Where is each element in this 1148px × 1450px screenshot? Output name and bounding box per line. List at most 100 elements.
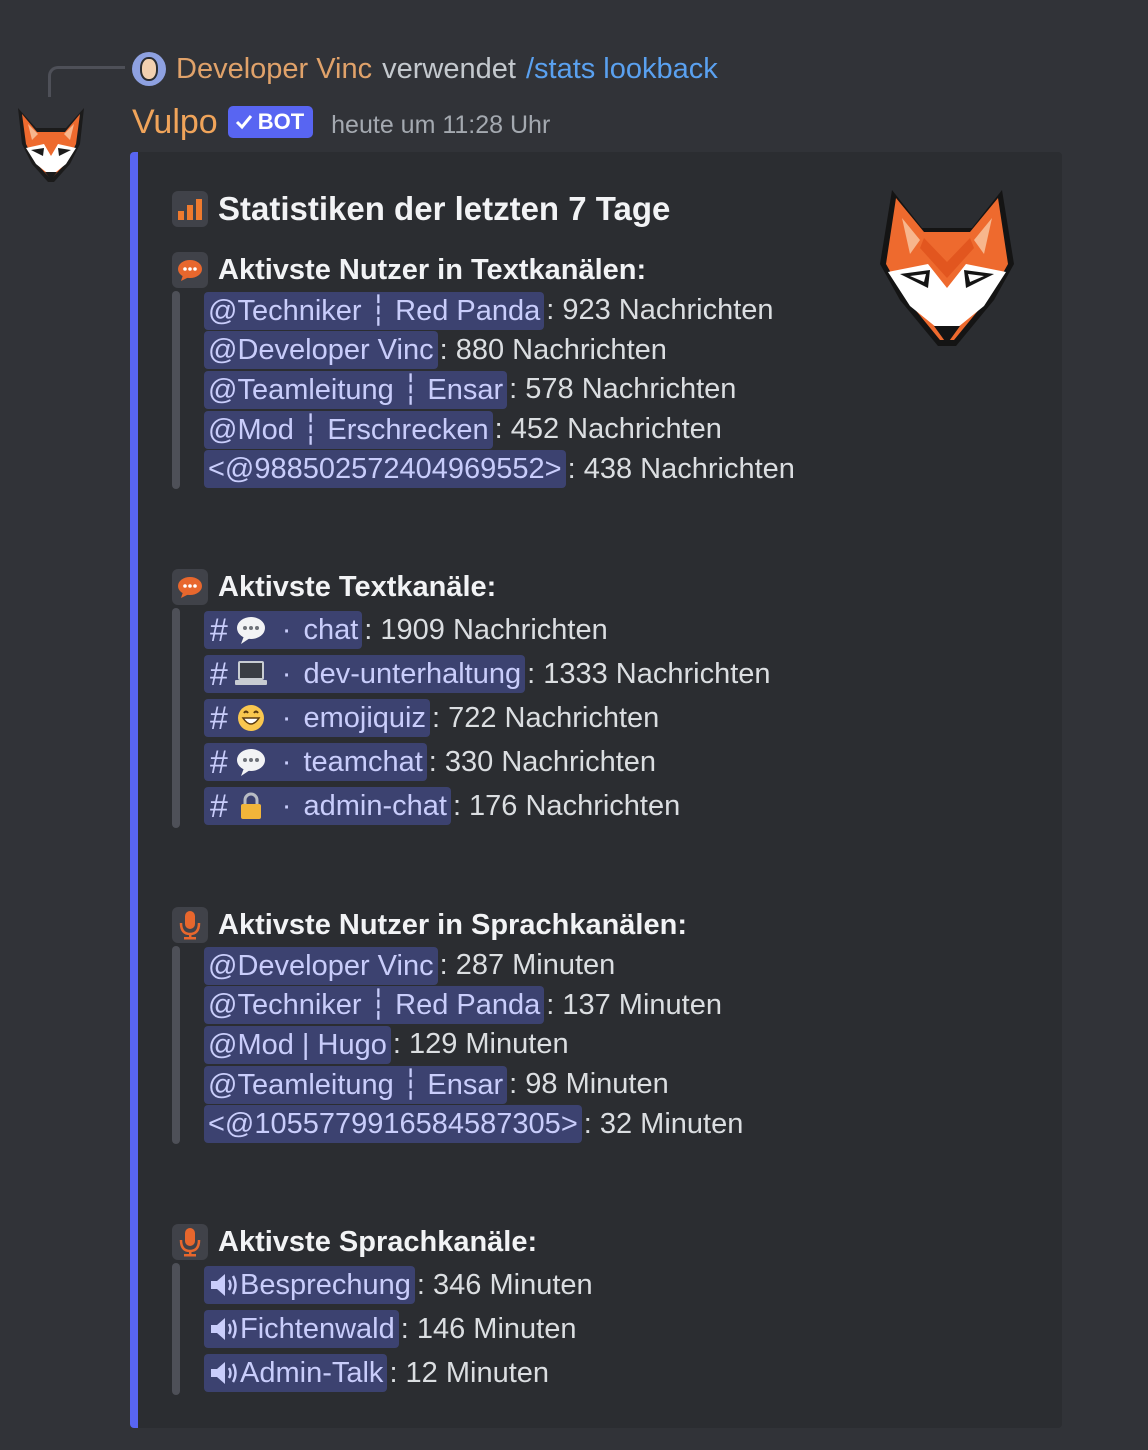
list-item: # · admin-chat : 176 Nachrichten [204,784,771,828]
speaker-icon [211,1274,237,1296]
section-title-text: Aktivste Textkanäle: [218,570,497,603]
lock-icon [234,789,268,823]
developer-vinc-avatar[interactable] [132,52,166,86]
voice-channel-mention[interactable]: Fichtenwald [204,1310,399,1348]
channel-mention[interactable]: # · emojiquiz [204,699,430,737]
list-item: @Developer Vinc: 880 Nachrichten [204,331,795,371]
user-mention[interactable]: @Techniker ┆ Red Panda [204,986,545,1025]
list-item: @Techniker ┆ Red Panda: 137 Minuten [204,986,743,1026]
stats-embed: Statistiken der letzten 7 Tage Aktivste … [130,152,1062,1428]
speaker-icon [211,1362,237,1384]
channel-name: Fichtenwald [240,1313,395,1345]
list-item: Besprechung : 346 Minuten [204,1263,593,1307]
channel-mention[interactable]: # · teamchat [204,743,427,781]
list-item: # · teamchat : 330 Nachrichten [204,740,771,784]
list-item: @Teamleitung ┆ Ensar: 578 Nachrichten [204,370,795,410]
section-title-text: Aktivste Nutzer in Textkanälen: [218,253,647,286]
stat-value: : 452 Nachrichten [494,413,722,446]
list-item: Admin-Talk : 12 Minuten [204,1351,593,1395]
user-mention[interactable]: @Developer Vinc [204,946,438,985]
user-mention[interactable]: <@1055779916584587305> [204,1105,582,1144]
stat-value: : 438 Nachrichten [567,452,795,485]
user-mention[interactable]: @Mod ┆ Erschrecken [204,410,493,449]
section-voice-channels: Aktivste Sprachkanäle: Besprechung : 346… [172,1222,593,1395]
channel-name: admin-chat [303,790,447,822]
user-mention[interactable]: <@988502572404969552> [204,450,566,489]
section-title-text: Aktivste Sprachkanäle: [218,1225,538,1258]
stat-value: : 146 Minuten [400,1312,577,1345]
separator-dot: · [281,746,292,778]
quote-block: @Techniker ┆ Red Panda: 923 Nachrichten … [172,291,795,489]
quote-block: # · chat : 1909 Nachrichten # · dev-unte… [172,608,771,828]
stat-value: : 1909 Nachrichten [364,613,608,646]
list-item: @Teamleitung ┆ Ensar: 98 Minuten [204,1065,743,1105]
list-item: <@1055779916584587305>: 32 Minuten [204,1104,743,1144]
separator-dot: · [281,702,292,734]
hash-icon: # [210,656,228,692]
voice-channel-mention[interactable]: Besprechung [204,1266,415,1304]
user-mention[interactable]: @Teamleitung ┆ Ensar [204,370,508,409]
speaker-icon [211,1318,237,1340]
microphone-icon [172,907,208,943]
speech-balloon-icon [172,569,208,605]
stat-value: : 176 Nachrichten [452,789,681,822]
channel-name: teamchat [303,746,423,778]
reply-command[interactable]: /stats lookback [526,53,718,86]
hash-icon: # [210,744,228,780]
speech-balloon-icon [172,252,208,288]
list-item: Fichtenwald : 146 Minuten [204,1307,593,1351]
stat-value: : 137 Minuten [546,988,722,1021]
laptop-icon [234,657,268,691]
separator-dot: · [281,790,292,822]
stat-value: : 1333 Nachrichten [527,657,771,690]
channel-name: emojiquiz [303,702,426,734]
channel-mention[interactable]: # · dev-unterhaltung [204,655,526,693]
embed-title-text: Statistiken der letzten 7 Tage [218,190,671,227]
user-mention[interactable]: @Techniker ┆ Red Panda [204,291,545,330]
grinning-face-icon [234,701,268,735]
quote-block: Besprechung : 346 Minuten Fichtenwald : … [172,1263,593,1395]
channel-name: Besprechung [240,1269,411,1301]
bar-chart-icon [172,191,208,227]
quote-bar [172,291,180,489]
list-item: <@988502572404969552>: 438 Nachrichten [204,449,795,489]
bot-username[interactable]: Vulpo [132,103,218,142]
section-title-text: Aktivste Nutzer in Sprachkanälen: [218,908,687,941]
reply-reference[interactable]: Developer Vinc verwendet /stats lookback [132,50,718,88]
channel-name: Admin-Talk [240,1357,384,1389]
section-text-channels: Aktivste Textkanäle: # · chat : 1909 Nac… [172,567,771,828]
stat-value: : 880 Nachrichten [439,333,667,366]
stat-value: : 578 Nachrichten [509,373,737,406]
user-mention[interactable]: @Teamleitung ┆ Ensar [204,1065,508,1104]
vulpo-avatar[interactable] [14,104,88,188]
speech-bubble-icon [234,613,268,647]
verified-check-icon [235,115,252,130]
stat-value: : 923 Nachrichten [546,294,774,327]
list-item: @Techniker ┆ Red Panda: 923 Nachrichten [204,291,795,331]
voice-channel-mention[interactable]: Admin-Talk [204,1354,388,1392]
channel-mention[interactable]: # · chat [204,611,363,649]
section-title: Aktivste Sprachkanäle: [172,1222,593,1262]
section-title: Aktivste Textkanäle: [172,567,771,607]
reply-verb: verwendet [382,52,516,85]
stat-value: : 330 Nachrichten [428,745,657,778]
list-item: @Mod ┆ Erschrecken: 452 Nachrichten [204,410,795,450]
speech-bubble-icon [234,745,268,779]
quote-block: @Developer Vinc: 287 Minuten @Techniker … [172,946,743,1144]
fox-thumbnail [880,190,1014,346]
user-mention[interactable]: @Developer Vinc [204,331,438,370]
stat-value: : 12 Minuten [389,1356,550,1389]
channel-name: chat [303,614,359,646]
user-mention[interactable]: @Mod | Hugo [204,1025,391,1064]
quote-bar [172,1263,180,1395]
microphone-icon [172,1224,208,1260]
message-header: Vulpo BOT heute um 11:28 Uhr [132,100,550,144]
list-item: # · dev-unterhaltung : 1333 Nachrichten [204,652,771,696]
list-item: # · chat : 1909 Nachrichten [204,608,771,652]
section-title: Aktivste Nutzer in Textkanälen: [172,250,795,290]
hash-icon: # [210,788,228,824]
hash-icon: # [210,700,228,736]
channel-mention[interactable]: # · admin-chat [204,787,451,825]
list-item: # · emojiquiz : 722 Nachrichten [204,696,771,740]
reply-user-name[interactable]: Developer Vinc [176,53,372,86]
